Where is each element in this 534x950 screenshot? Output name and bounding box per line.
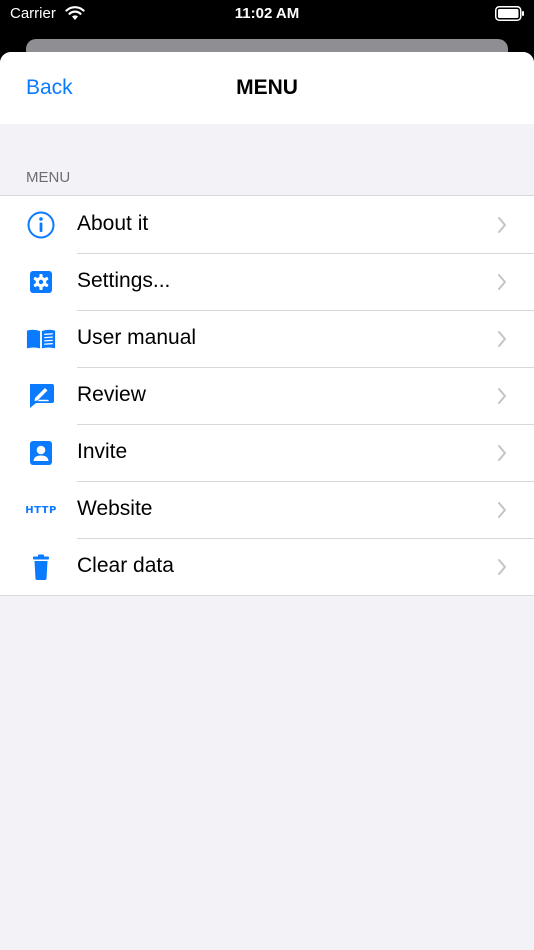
- trash-icon: [26, 552, 56, 582]
- http-icon: HTTP: [25, 495, 57, 525]
- chevron-right-icon: [498, 331, 506, 347]
- chevron-right-icon: [498, 388, 506, 404]
- section-header: MENU: [26, 169, 71, 186]
- chevron-right-icon: [498, 445, 506, 461]
- book-icon: [26, 324, 56, 354]
- chevron-right-icon: [498, 217, 506, 233]
- status-bar: Carrier 11:02 AM: [0, 0, 534, 30]
- menu-item-label: Review: [77, 383, 146, 406]
- http-icon-text: HTTP: [25, 504, 57, 516]
- gear-icon: [26, 267, 56, 297]
- modal-sheet: Back MENU MENU About it Settings... User…: [0, 52, 534, 950]
- review-icon: [26, 381, 56, 411]
- chevron-right-icon: [498, 274, 506, 290]
- menu-item-review[interactable]: Review: [0, 367, 534, 424]
- menu-item-label: Website: [77, 497, 153, 520]
- menu-item-label: Settings...: [77, 269, 171, 292]
- menu-item-label: About it: [77, 212, 149, 235]
- contact-icon: [26, 438, 56, 468]
- menu-item-label: Clear data: [77, 554, 174, 577]
- chevron-right-icon: [498, 559, 506, 575]
- menu-item-about[interactable]: About it: [0, 196, 534, 253]
- info-icon: [26, 210, 56, 240]
- page-title: MENU: [236, 76, 298, 99]
- clock: 11:02 AM: [234, 5, 300, 22]
- battery-icon: [495, 6, 524, 21]
- menu-item-website[interactable]: HTTP Website: [0, 481, 534, 538]
- menu-item-label: Invite: [77, 440, 128, 463]
- navigation-bar: Back MENU: [0, 52, 534, 124]
- menu-item-user-manual[interactable]: User manual: [0, 310, 534, 367]
- menu-item-settings[interactable]: Settings...: [0, 253, 534, 310]
- back-button[interactable]: Back: [26, 76, 73, 100]
- menu-item-label: User manual: [77, 326, 197, 349]
- menu-item-invite[interactable]: Invite: [0, 424, 534, 481]
- chevron-right-icon: [498, 502, 506, 518]
- menu-list: About it Settings... User manual Review …: [0, 195, 534, 596]
- menu-item-clear-data[interactable]: Clear data: [0, 538, 534, 595]
